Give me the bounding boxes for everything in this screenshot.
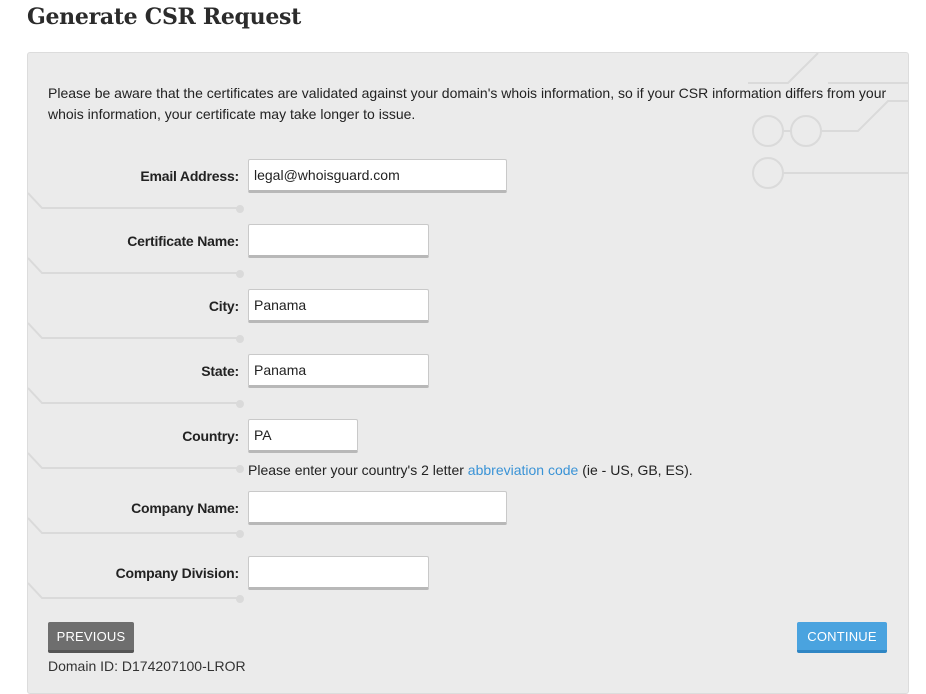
- country-label: Country:: [182, 428, 239, 444]
- city-field[interactable]: [248, 289, 429, 323]
- domain-id-text: Domain ID: D174207100-LROR: [48, 658, 246, 674]
- city-row: City:: [28, 289, 908, 323]
- csr-form-panel: Please be aware that the certificates ar…: [27, 52, 909, 694]
- email-row: Email Address:: [28, 159, 908, 193]
- country-hint-prefix: Please enter your country's 2 letter: [248, 462, 468, 478]
- previous-button[interactable]: PREVIOUS: [48, 622, 134, 653]
- city-label: City:: [208, 298, 239, 314]
- abbreviation-code-link[interactable]: abbreviation code: [468, 462, 579, 478]
- continue-button[interactable]: CONTINUE: [797, 622, 887, 653]
- page-title: Generate CSR Request: [27, 4, 301, 30]
- certificate-name-row: Certificate Name:: [28, 224, 908, 258]
- state-label: State:: [201, 363, 239, 379]
- company-name-field[interactable]: [248, 491, 507, 525]
- email-field[interactable]: [248, 159, 507, 193]
- country-row: Country:: [28, 419, 908, 453]
- whois-notice: Please be aware that the certificates ar…: [48, 85, 887, 122]
- country-hint-suffix: (ie - US, GB, ES).: [578, 462, 693, 478]
- country-hint: Please enter your country's 2 letter abb…: [248, 462, 693, 478]
- state-field[interactable]: [248, 354, 429, 388]
- email-label: Email Address:: [140, 168, 239, 184]
- company-division-label: Company Division:: [115, 565, 240, 581]
- company-name-label: Company Name:: [131, 500, 239, 516]
- company-division-field[interactable]: [248, 556, 429, 590]
- certificate-name-field[interactable]: [248, 224, 429, 258]
- state-row: State:: [28, 354, 908, 388]
- company-name-row: Company Name:: [28, 491, 908, 525]
- certificate-name-label: Certificate Name:: [127, 233, 239, 249]
- company-division-row: Company Division:: [28, 556, 908, 590]
- country-field[interactable]: [248, 419, 358, 453]
